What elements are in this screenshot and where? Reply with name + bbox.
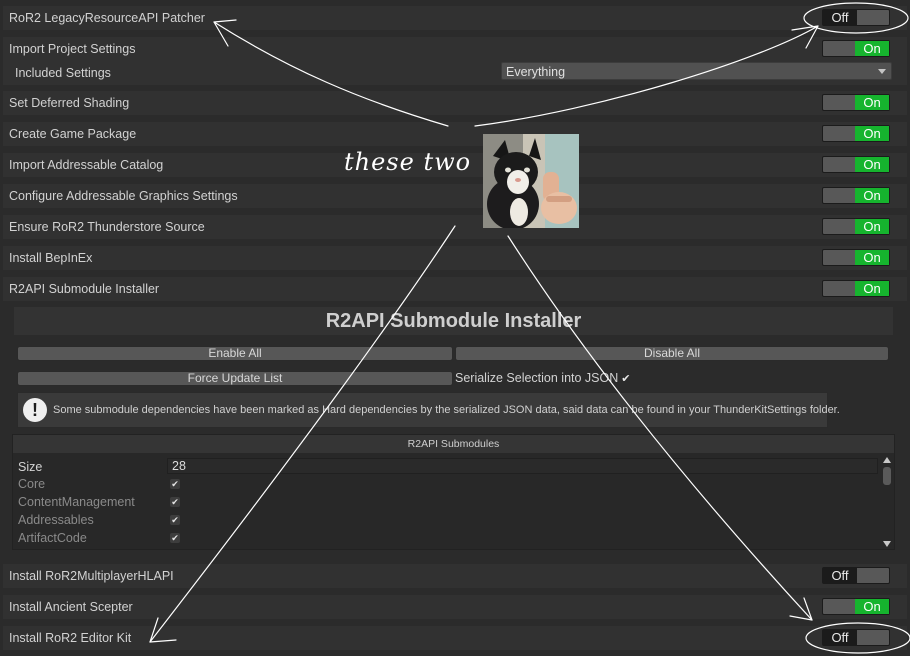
option-row-install-multiplayer-hlapi: Install RoR2MultiplayerHLAPI Off [3,564,907,588]
option-row-set-deferred-shading: Set Deferred Shading On [3,91,907,115]
toggle-state-label: Off [823,630,857,645]
included-settings-label: Included Settings [15,66,111,80]
chevron-down-icon [878,69,886,74]
submodule-checkbox[interactable]: ✔ [170,533,180,543]
enable-all-button[interactable]: Enable All [17,346,453,361]
option-label: Install RoR2 Editor Kit [9,631,132,645]
toggle-knob [823,281,857,296]
toggle-state-label: Off [823,568,857,583]
toggle-knob [823,219,857,234]
option-row-install-bepinex: Install BepInEx On [3,246,907,270]
option-row-create-game-package: Create Game Package On [3,122,907,146]
submodule-name: Addressables [18,513,94,527]
option-label: Create Game Package [9,127,137,141]
option-label: Import Project Settings [9,42,136,56]
size-field[interactable]: 28 [167,458,878,474]
serialize-json-label: Serialize Selection into JSON [455,371,619,385]
option-row-install-ancient-scepter: Install Ancient Scepter On [3,595,907,619]
toggle-knob [823,95,857,110]
toggle-knob [855,630,889,645]
size-label: Size [18,460,43,474]
option-row-configure-addressable-graphics: Configure Addressable Graphics Settings … [3,184,907,208]
option-label: Install RoR2MultiplayerHLAPI [9,569,174,583]
submodule-name: ArtifactCode [18,531,87,545]
submodule-checkbox[interactable]: ✔ [170,497,180,507]
option-label: Import Addressable Catalog [9,158,164,172]
cat-thumbs-up-image [483,134,579,228]
option-row-r2api-submodule-installer: R2API Submodule Installer On [3,277,907,301]
option-label: RoR2 LegacyResourceAPI Patcher [9,11,205,25]
option-row-ensure-thunderstore-source: Ensure RoR2 Thunderstore Source On [3,215,907,239]
submodule-name: Core [18,477,46,491]
submodule-name: ContentManagement [18,495,135,509]
option-label: R2API Submodule Installer [9,282,160,296]
toggle-state-label: On [855,157,889,172]
toggle-knob [823,41,857,56]
toggle-knob [823,599,857,614]
toggle-state-label: On [855,219,889,234]
install-bepinex-toggle[interactable]: On [822,249,890,266]
toggle-state-label: On [855,126,889,141]
toggle-knob [855,568,889,583]
submodule-installer-panel: R2API Submodule Installer Enable All Dis… [8,303,899,554]
option-label: Configure Addressable Graphics Settings [9,189,238,203]
submodule-checkbox[interactable]: ✔ [170,479,180,489]
option-label: Set Deferred Shading [9,96,130,110]
toggle-knob [855,10,889,25]
install-editor-kit-toggle[interactable]: Off [822,629,890,646]
disable-all-button[interactable]: Disable All [455,346,889,361]
installer-title: R2API Submodule Installer [14,307,893,335]
scroll-up-icon[interactable] [883,457,891,463]
force-update-list-button[interactable]: Force Update List [17,371,453,386]
set-deferred-shading-toggle[interactable]: On [822,94,890,111]
toggle-state-label: On [855,41,889,56]
import-project-settings-toggle[interactable]: On [822,40,890,57]
submodule-list-header: R2API Submodules [13,435,894,453]
toggle-state-label: On [855,95,889,110]
checkmark-icon: ✔ [621,373,631,385]
option-row-legacy-resource-patcher: RoR2 LegacyResourceAPI Patcher Off [3,6,907,30]
r2api-submodule-installer-toggle[interactable]: On [822,280,890,297]
help-box: ! Some submodule dependencies have been … [17,392,840,428]
help-message: Some submodule dependencies have been ma… [53,404,840,416]
option-row-install-editor-kit: Install RoR2 Editor Kit Off [3,626,907,650]
toggle-state-label: On [855,281,889,296]
option-label: Install BepInEx [9,251,93,265]
install-multiplayer-hlapi-toggle[interactable]: Off [822,567,890,584]
submodule-checkbox[interactable]: ✔ [170,515,180,525]
option-label: Install Ancient Scepter [9,600,133,614]
annotation-text: these two [344,148,472,176]
cat-illustration [483,134,579,228]
option-label: Ensure RoR2 Thunderstore Source [9,220,205,234]
ensure-thunderstore-source-toggle[interactable]: On [822,218,890,235]
included-settings-dropdown[interactable]: Everything [501,62,892,80]
create-game-package-toggle[interactable]: On [822,125,890,142]
list-scrollbar[interactable] [882,457,892,547]
toggle-knob [823,157,857,172]
toggle-state-label: On [855,188,889,203]
install-ancient-scepter-toggle[interactable]: On [822,598,890,615]
serialize-json-toggle[interactable]: Serialize Selection into JSON ✔ [455,371,631,385]
submodule-list: R2API Submodules Size 28 Core ✔ ContentM… [12,434,895,550]
import-addressable-catalog-toggle[interactable]: On [822,156,890,173]
scroll-down-icon[interactable] [883,541,891,547]
configure-addressable-graphics-toggle[interactable]: On [822,187,890,204]
warning-icon: ! [23,398,47,422]
toggle-state-label: On [855,599,889,614]
legacy-resource-patcher-toggle[interactable]: Off [822,9,890,26]
toggle-knob [823,188,857,203]
toggle-knob [823,126,857,141]
toggle-knob [823,250,857,265]
toggle-state-label: On [855,250,889,265]
included-settings-value: Everything [506,65,566,79]
scroll-thumb[interactable] [883,467,891,485]
toggle-state-label: Off [823,10,857,25]
